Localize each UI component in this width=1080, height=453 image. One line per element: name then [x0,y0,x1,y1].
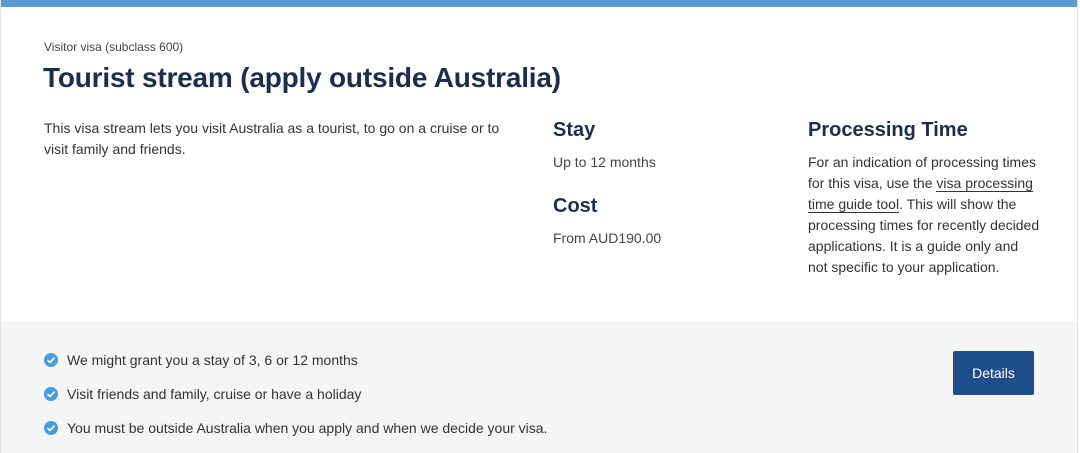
visa-card-footer: We might grant you a stay of 3, 6 or 12 … [1,321,1077,453]
list-item: Visit friends and family, cruise or have… [44,385,547,403]
check-circle-icon [44,353,58,367]
check-circle-icon [44,387,58,401]
details-button[interactable]: Details [953,351,1034,395]
check-circle-icon [44,421,58,435]
list-item: You must be outside Australia when you a… [44,419,547,437]
processing-time-text: For an indication of processing times fo… [808,152,1040,278]
list-item: We might grant you a stay of 3, 6 or 12 … [44,351,547,369]
bullet-text: We might grant you a stay of 3, 6 or 12 … [67,352,358,368]
visa-subclass-label: Visitor visa (subclass 600) [44,40,184,54]
cost-heading: Cost [553,195,598,217]
cost-value: From AUD190.00 [553,230,662,246]
stay-heading: Stay [553,119,596,141]
processing-time-heading: Processing Time [808,119,968,141]
card-top-accent-bar [1,0,1077,7]
bullet-text: Visit friends and family, cruise or have… [67,386,362,402]
bullet-text: You must be outside Australia when you a… [67,420,548,436]
visa-stream-description: This visa stream lets you visit Australi… [44,120,500,157]
visa-card: Visitor visa (subclass 600) Tourist stre… [0,0,1078,453]
stay-value: Up to 12 months [553,154,656,170]
visa-stream-title: Tourist stream (apply outside Australia) [43,62,561,93]
visa-highlights-list: We might grant you a stay of 3, 6 or 12 … [44,351,547,453]
